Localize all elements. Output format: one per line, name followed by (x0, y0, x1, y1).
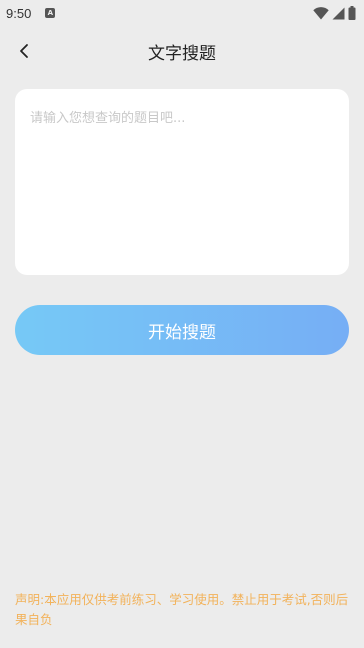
start-search-button[interactable]: 开始搜题 (15, 305, 349, 355)
question-input[interactable] (15, 89, 349, 275)
disclaimer-text: 声明:本应用仅供考前练习、学习使用。禁止用于考试,否则后果自负 (15, 592, 349, 627)
chevron-left-icon (20, 44, 28, 58)
status-bar: 9:50 A (0, 0, 364, 26)
question-box (15, 89, 349, 275)
status-icons (313, 6, 356, 20)
app-notification-icon: A (45, 8, 56, 18)
nav-bar: 文字搜题 (0, 26, 364, 76)
signal-icon (332, 7, 345, 19)
page-title: 文字搜题 (148, 43, 216, 64)
back-button[interactable] (12, 39, 36, 63)
status-time: 9:50 (6, 5, 32, 21)
battery-icon (348, 6, 356, 20)
wifi-icon (313, 6, 329, 19)
